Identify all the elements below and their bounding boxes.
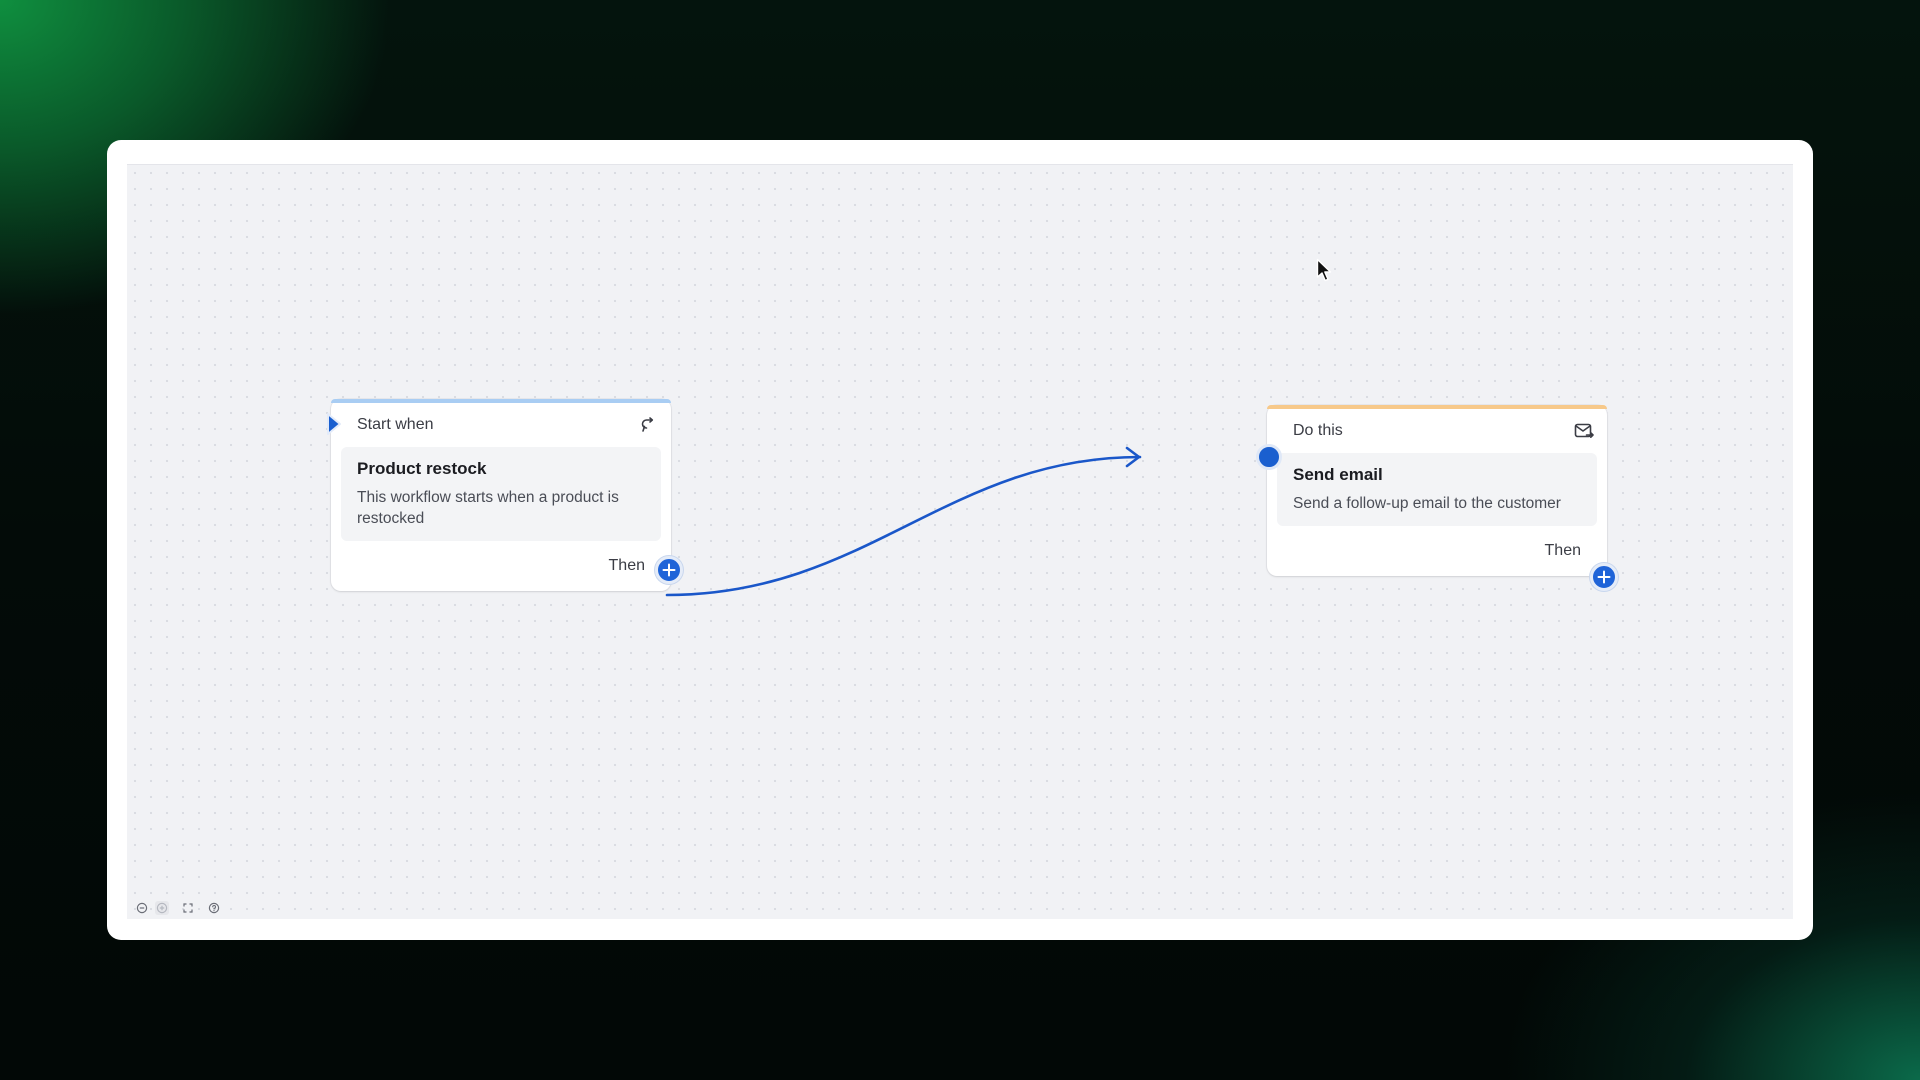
help-icon[interactable] [207, 901, 221, 915]
action-title: Send email [1293, 465, 1383, 484]
action-header-label: Do this [1293, 422, 1343, 439]
add-step-after-trigger-button[interactable] [655, 556, 683, 584]
mouse-cursor-icon [1316, 258, 1332, 282]
start-marker-icon [327, 413, 341, 435]
trigger-node[interactable]: Start when Product restock This workflow… [331, 399, 671, 591]
action-accent-bar [1267, 405, 1607, 409]
zoom-in-icon[interactable] [155, 901, 169, 915]
fit-view-icon[interactable] [181, 901, 195, 915]
connection-arrowhead [1125, 446, 1141, 468]
connection-edge [665, 455, 1142, 597]
action-then-label: Then [1544, 542, 1581, 559]
email-send-icon[interactable] [1573, 420, 1595, 442]
trigger-accent-bar [331, 399, 671, 403]
trigger-title: Product restock [357, 459, 487, 478]
plus-icon [1597, 570, 1611, 584]
workflow-canvas[interactable]: Start when Product restock This workflow… [127, 164, 1793, 919]
trigger-card[interactable]: Product restock This workflow starts whe… [341, 447, 661, 541]
action-description: Send a follow-up email to the customer [1293, 495, 1561, 512]
canvas-controls [135, 901, 221, 915]
trigger-description: This workflow starts when a product is r… [357, 489, 619, 527]
trigger-then-label: Then [608, 557, 645, 574]
action-card[interactable]: Send email Send a follow-up email to the… [1277, 453, 1597, 526]
zoom-out-icon[interactable] [135, 901, 149, 915]
editor-window: Start when Product restock This workflow… [107, 140, 1813, 940]
plus-icon [662, 563, 676, 577]
action-input-handle[interactable] [1256, 444, 1282, 470]
add-step-after-action-button[interactable] [1590, 563, 1618, 591]
action-node[interactable]: Do this Send email Send a follow-up emai… [1267, 405, 1607, 576]
loop-arrow-icon[interactable] [637, 414, 659, 436]
trigger-header-label: Start when [357, 416, 434, 433]
